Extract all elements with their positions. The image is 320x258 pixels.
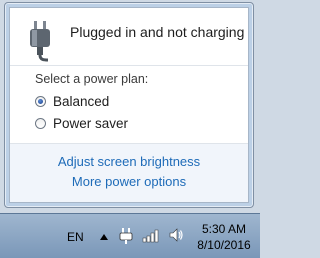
power-plug-icon[interactable]: [118, 227, 134, 245]
divider: [10, 65, 248, 66]
power-plug-icon: [30, 21, 50, 62]
adjust-brightness-link[interactable]: Adjust screen brightness: [10, 154, 248, 169]
clock-time[interactable]: 5:30 AM: [196, 222, 252, 236]
battery-status: Plugged in and not charging: [10, 8, 248, 64]
network-signal-icon[interactable]: [142, 227, 160, 243]
taskbar: EN 5:30 AM 8/10/2016: [0, 213, 260, 258]
more-power-options-link[interactable]: More power options: [10, 174, 248, 189]
language-indicator[interactable]: EN: [67, 230, 84, 244]
power-panel: Plugged in and not charging Select a pow…: [9, 7, 249, 203]
plan-label: Power saver: [53, 116, 129, 131]
power-status-text: Plugged in and not charging: [70, 24, 245, 40]
radio-button-checked[interactable]: [35, 96, 46, 107]
power-plan-heading: Select a power plan:: [35, 72, 149, 86]
show-hidden-icons-arrow[interactable]: [100, 234, 108, 240]
plan-label: Balanced: [53, 94, 110, 109]
speaker-volume-icon[interactable]: [168, 227, 184, 243]
clock-date[interactable]: 8/10/2016: [196, 238, 252, 252]
plan-option-balanced[interactable]: Balanced: [35, 94, 109, 109]
power-flyout: Plugged in and not charging Select a pow…: [4, 2, 254, 208]
radio-button[interactable]: [35, 118, 46, 129]
flyout-footer: Adjust screen brightness More power opti…: [10, 143, 248, 202]
plan-option-power-saver[interactable]: Power saver: [35, 116, 128, 131]
